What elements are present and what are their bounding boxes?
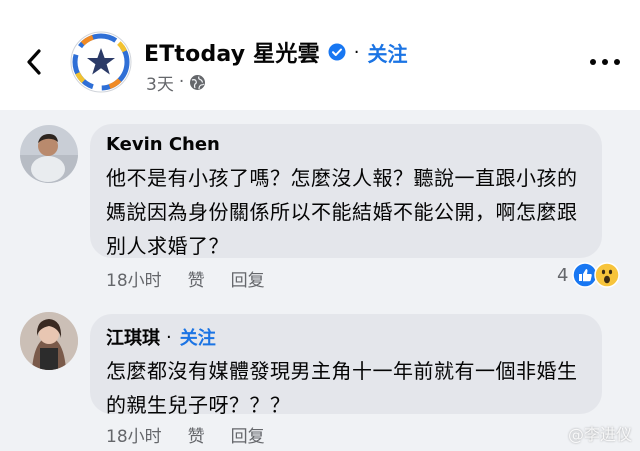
comment-author[interactable]: 江琪琪 (106, 324, 160, 350)
comment-time[interactable]: 18小时 (106, 266, 162, 291)
watermark-text: @李进仪 (567, 425, 632, 444)
separator-dot: · (166, 326, 172, 348)
verified-badge-icon (328, 43, 346, 61)
comment-text: 怎麼都沒有媒體發現男主角十一年前就有一個非婚生的親生兒子呀？？？ (106, 359, 578, 417)
like-button[interactable]: 赞 (188, 266, 205, 291)
comment-author-row: 江琪琪 · 关注 (106, 324, 586, 350)
reply-button[interactable]: 回复 (231, 422, 265, 447)
comment-actions: 18小时 赞 回复 (106, 422, 291, 447)
reply-button[interactable]: 回复 (231, 266, 265, 291)
comment-actions: 18小时 赞 回复 (106, 266, 291, 291)
chevron-left-icon[interactable] (18, 46, 50, 78)
like-button[interactable]: 赞 (188, 422, 205, 447)
page-name[interactable]: ETtoday 星光雲 (144, 36, 320, 68)
avatar[interactable] (20, 312, 78, 370)
page-avatar[interactable] (70, 31, 132, 93)
wow-reaction-icon (594, 262, 621, 288)
comment-bubble: Kevin Chen 他不是有小孩了嗎？怎麼沒人報？聽說一直跟小孩的媽說因為身份… (90, 124, 602, 258)
globe-icon (189, 74, 206, 91)
comment-text: 他不是有小孩了嗎？怎麼沒人報？聽說一直跟小孩的媽說因為身份關係所以不能結婚不能公… (106, 166, 578, 258)
comment-bubble: 江琪琪 · 关注 怎麼都沒有媒體發現男主角十一年前就有一個非婚生的親生兒子呀？？… (90, 314, 602, 417)
comment-author[interactable]: Kevin Chen (106, 134, 586, 155)
follow-button[interactable]: 关注 (368, 38, 408, 67)
post-meta: 3天 · (146, 70, 206, 95)
page-name-row: ETtoday 星光雲 · 关注 (144, 36, 408, 68)
post-timestamp[interactable]: 3天 (146, 70, 174, 95)
more-horizontal-icon[interactable] (590, 52, 620, 72)
separator-dot: · (178, 72, 185, 92)
post-header: ETtoday 星光雲 · 关注 3天 · (0, 0, 640, 110)
separator-dot: · (353, 41, 360, 63)
follow-button[interactable]: 关注 (180, 324, 216, 350)
avatar[interactable] (20, 125, 78, 183)
reaction-count: 4 (557, 264, 569, 286)
facebook-post-comments: ETtoday 星光雲 · 关注 3天 · Kevin Chen 他不是有小孩了… (0, 0, 640, 451)
reaction-summary[interactable]: 4 (557, 262, 621, 288)
comment-time[interactable]: 18小时 (106, 422, 162, 447)
